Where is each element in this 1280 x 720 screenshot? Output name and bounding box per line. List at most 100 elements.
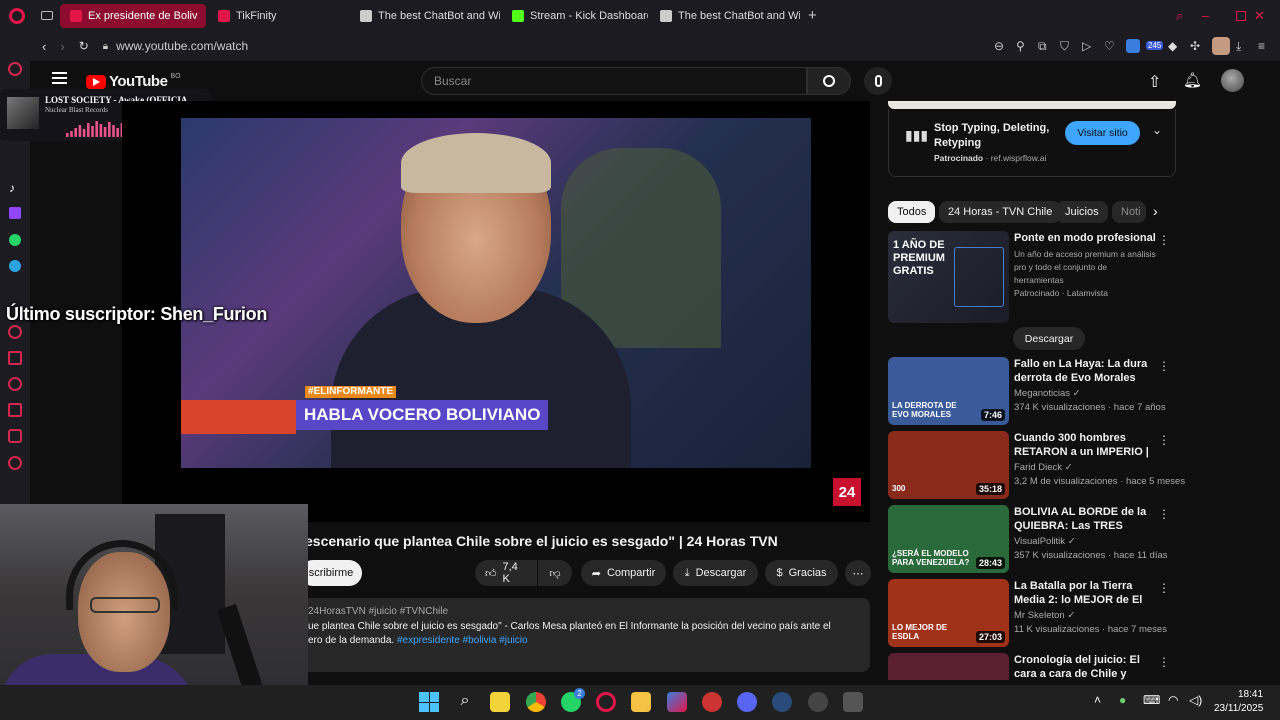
download-button[interactable]: ⤓ Descargar — [673, 560, 758, 586]
tray-mic-icon[interactable]: ● — [1119, 693, 1126, 707]
chip-news[interactable]: Noti — [1112, 201, 1146, 223]
recommendation-item[interactable]: ¿SERÁ EL MODELO PARA VENEZUELA? 28:43 BOLI… — [888, 505, 1178, 573]
video-frame[interactable]: #ELINFORMANTE HABLA VOCERO BOLIVIANO — [181, 118, 811, 468]
telegram-icon[interactable] — [9, 260, 21, 272]
search-input[interactable]: Buscar — [421, 67, 807, 95]
promo-download-button[interactable]: Descargar — [1013, 327, 1085, 350]
zoom-icon[interactable]: ⊖ — [994, 39, 1016, 53]
like-button[interactable]: 👍︎ 7,4 K — [475, 560, 537, 586]
extensions-icon[interactable]: ✣ — [1190, 39, 1212, 53]
extensions-sidebar-icon[interactable] — [8, 429, 22, 443]
opera-logo-icon[interactable] — [0, 0, 34, 31]
maximize-button[interactable] — [1228, 10, 1254, 21]
tray-speaker-icon[interactable]: ◁) — [1189, 693, 1202, 707]
recommendation-item[interactable]: LA DERROTA DE EVO MORALES 7:46 Fallo en La… — [888, 357, 1178, 425]
app-gray-icon[interactable] — [843, 692, 863, 712]
reload-icon[interactable]: ↻ — [79, 39, 89, 53]
chrome-icon[interactable] — [526, 692, 546, 712]
recommendation-item[interactable]: Cronología del juicio: El cara a cara de… — [888, 653, 1178, 680]
description-tags-link[interactable]: #expresidente #bolivia #juicio — [397, 635, 528, 646]
chevron-down-icon[interactable]: ⌄ — [1152, 123, 1162, 137]
whatsapp-taskbar-icon[interactable]: 2 — [561, 688, 585, 712]
search-button[interactable] — [807, 67, 851, 95]
tab-3[interactable]: Stream - Kick Dashboard — [502, 4, 648, 28]
subscribe-button[interactable]: scribirme — [300, 560, 362, 586]
chip-all[interactable]: Todos — [888, 201, 936, 223]
start-menu-icon[interactable] — [419, 692, 439, 712]
back-icon[interactable]: ‹ — [42, 39, 46, 54]
minimize-button[interactable]: – — [1202, 8, 1228, 23]
forward-icon[interactable]: › — [60, 39, 64, 54]
close-window-button[interactable]: ✕ — [1254, 8, 1280, 24]
aria-icon[interactable] — [8, 62, 22, 76]
recommendation-more-icon[interactable]: ⋮ — [1158, 655, 1170, 669]
recommendation-more-icon[interactable]: ⋮ — [1158, 581, 1170, 595]
tray-wifi-icon[interactable]: ◠ — [1168, 693, 1178, 707]
search-icon[interactable]: ⌕ — [1176, 8, 1202, 24]
file-explorer-icon[interactable] — [631, 692, 651, 712]
visit-site-button[interactable]: Visitar sitio — [1065, 121, 1140, 145]
taskbar-time[interactable]: 18:41 — [1238, 689, 1263, 700]
player-icon[interactable] — [8, 325, 22, 339]
thanks-button[interactable]: $ Gracias — [765, 560, 838, 586]
app-red-icon[interactable] — [702, 692, 722, 712]
youtube-logo[interactable]: YouTube BO — [86, 73, 181, 90]
obs-icon[interactable] — [808, 692, 828, 712]
dislike-button[interactable]: 👎︎ — [538, 560, 572, 586]
play-icon[interactable]: ▷ — [1082, 39, 1104, 53]
extension-badge-icon[interactable]: 245 — [1146, 39, 1168, 53]
tray-keyboard-icon[interactable]: ⌨ — [1143, 693, 1160, 707]
heart-icon[interactable]: ♡ — [1104, 39, 1126, 53]
ad-card[interactable]: ▮▮▮ Stop Typing, Deleting, Retyping Patr… — [888, 109, 1176, 177]
store-icon[interactable] — [667, 692, 687, 712]
thanks-icon: $ — [776, 567, 783, 579]
account-avatar[interactable] — [1221, 69, 1244, 92]
recommendation-item[interactable]: 300 35:18 Cuando 300 hombres RETARON a un … — [888, 431, 1185, 499]
opera-taskbar-icon[interactable] — [596, 692, 616, 712]
recommendation-item[interactable]: LO MEJOR DE ESDLA 27:03 La Batalla por la … — [888, 579, 1178, 647]
upload-icon[interactable]: ⇧ — [1148, 72, 1161, 92]
url-field[interactable]: www.youtube.com/watch — [116, 39, 248, 53]
promo-card[interactable]: 1 AÑO DE PREMIUM GRATIS Ponte en modo pr… — [888, 231, 1178, 351]
tab-1[interactable]: TikFinity — [208, 4, 348, 28]
downloads-icon[interactable]: ⤓ — [1236, 39, 1258, 54]
share-button[interactable]: ➦ Compartir — [581, 560, 666, 586]
discord-icon[interactable] — [737, 692, 757, 712]
extension-diamond-icon[interactable]: ◆ — [1168, 39, 1190, 53]
twitch-icon[interactable] — [9, 207, 21, 219]
chevron-right-icon[interactable]: › — [1153, 203, 1158, 219]
taskbar-date[interactable]: 23/11/2025 — [1214, 703, 1263, 714]
voice-search-button[interactable] — [864, 67, 892, 95]
snapshot-icon[interactable]: ⧉ — [1038, 39, 1060, 54]
notifications-bell-icon[interactable]: 🔔︎ — [1183, 71, 1202, 89]
downloads-sidebar-icon[interactable] — [8, 403, 22, 417]
more-actions-button[interactable]: ⋯ — [845, 560, 871, 586]
recommendation-more-icon[interactable]: ⋮ — [1158, 359, 1170, 373]
pinboard-icon[interactable] — [8, 351, 22, 365]
recommendation-more-icon[interactable]: ⋮ — [1158, 507, 1170, 521]
recommendation-more-icon[interactable]: ⋮ — [1158, 433, 1170, 447]
hamburger-menu-icon[interactable] — [52, 72, 67, 84]
chip-channel[interactable]: 24 Horas - TVN Chile — [939, 201, 1062, 223]
taskbar-search-icon[interactable]: ⌕ — [455, 692, 475, 712]
menu-icon[interactable]: ≡ — [1258, 39, 1280, 53]
chip-trials[interactable]: Juicios — [1056, 201, 1108, 223]
sticky-notes-icon[interactable] — [490, 692, 510, 712]
settings-icon[interactable] — [8, 456, 22, 470]
shield-icon[interactable]: ⛉ — [1060, 39, 1082, 54]
tab-overview-icon[interactable] — [34, 11, 60, 20]
extension-blue-icon[interactable] — [1126, 39, 1140, 53]
tab-2[interactable]: The best ChatBot and Wi — [350, 4, 500, 28]
whatsapp-icon[interactable] — [9, 234, 21, 246]
tiktok-sidebar-icon[interactable]: ♪ — [9, 181, 15, 195]
tab-0[interactable]: Ex presidente de Boliv — [60, 3, 206, 28]
new-tab-button[interactable]: + — [800, 7, 825, 24]
description-box[interactable]: 24HorasTVN #juicio #TVNChile ue plantea … — [300, 598, 870, 672]
tab-4[interactable]: The best ChatBot and Wi — [650, 4, 800, 28]
pin-icon[interactable]: ⚲ — [1016, 39, 1038, 53]
tray-chevron-icon[interactable]: ˄ — [1094, 693, 1101, 707]
promo-more-icon[interactable]: ⋮ — [1158, 233, 1170, 247]
app-blue-icon[interactable] — [772, 692, 792, 712]
profile-avatar[interactable] — [1212, 37, 1230, 55]
history-icon[interactable] — [8, 377, 22, 391]
